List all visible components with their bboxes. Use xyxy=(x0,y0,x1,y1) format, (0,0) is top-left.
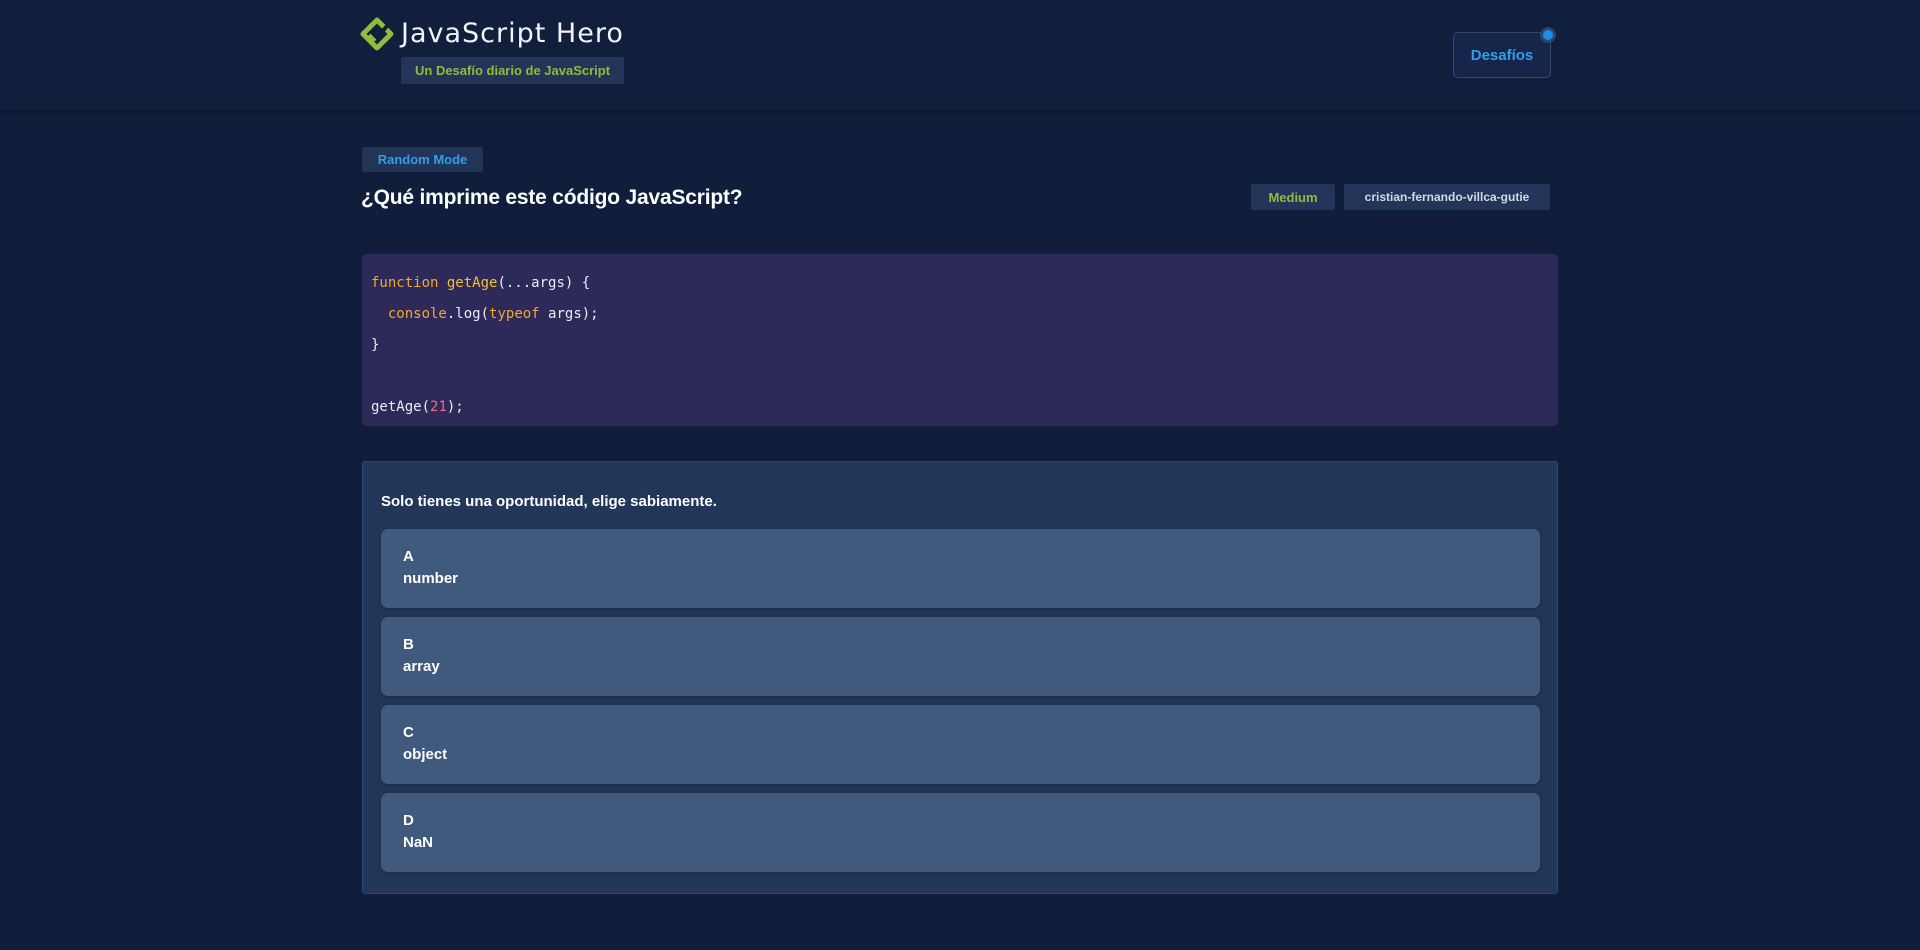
author-badge[interactable]: cristian-fernando-villca-gutie xyxy=(1344,184,1550,210)
quiz-prompt: Solo tienes una oportunidad, elige sabia… xyxy=(381,493,717,510)
option-letter: C xyxy=(403,724,414,741)
header: JavaScript Hero Un Desafío diario de Jav… xyxy=(0,0,1920,110)
option-letter: A xyxy=(403,548,414,565)
code-block: function getAge(...args) { console.log(t… xyxy=(362,254,1558,426)
option-letter: D xyxy=(403,812,414,829)
option-d[interactable]: D NaN xyxy=(381,793,1540,872)
notification-dot-icon xyxy=(1540,27,1556,43)
code-line: } xyxy=(371,337,380,353)
diamond-check-logo-icon[interactable] xyxy=(360,17,394,51)
option-text: number xyxy=(403,570,459,587)
option-text: object xyxy=(403,746,448,763)
option-text: array xyxy=(403,658,440,675)
option-b[interactable]: B array xyxy=(381,617,1540,696)
challenges-button[interactable]: Desafíos xyxy=(1453,32,1551,78)
page-title: ¿Qué imprime este código JavaScript? xyxy=(361,186,743,209)
app-subtitle: Un Desafío diario de JavaScript xyxy=(401,57,625,84)
code-line: console.log(typeof args); xyxy=(387,306,599,322)
option-letter: B xyxy=(403,636,414,653)
quiz-panel: Solo tienes una oportunidad, elige sabia… xyxy=(362,461,1558,894)
mode-badge: Random Mode xyxy=(362,147,483,172)
code-line: function getAge(...args) { xyxy=(371,275,591,291)
code-line: getAge(21); xyxy=(371,399,464,415)
app-title[interactable]: JavaScript Hero xyxy=(401,18,624,49)
option-text: NaN xyxy=(403,834,434,851)
option-c[interactable]: C object xyxy=(381,705,1540,784)
difficulty-badge: Medium xyxy=(1251,184,1335,210)
option-a[interactable]: A number xyxy=(381,529,1540,608)
